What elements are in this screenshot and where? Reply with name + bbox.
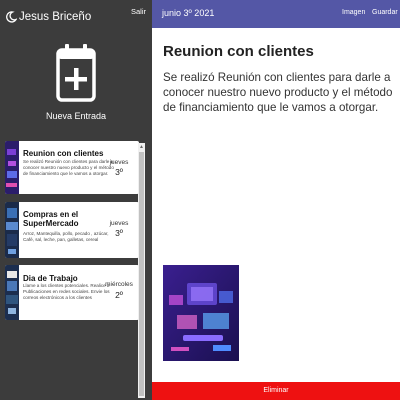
entry-thumbnail [5, 265, 19, 320]
save-button[interactable]: Guardar [372, 9, 398, 16]
entry-title: Compras en el SuperMercado [23, 210, 79, 228]
entry-card[interactable]: Compras en el SuperMercado Arroz, Manteq… [5, 202, 139, 258]
scroll-up-arrow-icon[interactable]: ▲ [138, 143, 145, 151]
sidebar: Jesus Briceño Salir Nueva Entrada Reunio… [0, 0, 152, 400]
entry-image [163, 265, 239, 361]
entry-text-main[interactable]: Se realizó Reunión con clientes para dar… [163, 70, 393, 115]
new-entry-button[interactable]: Nueva Entrada [0, 40, 152, 130]
entry-title-main[interactable]: Reunion con clientes [163, 43, 314, 60]
calendar-add-icon [56, 44, 96, 102]
entry-date: junio 3º 2021 [162, 8, 215, 18]
entry-title: Reunion con clientes [23, 149, 104, 158]
user-name: Jesus Briceño [19, 11, 92, 23]
scrollbar[interactable]: ▲ [138, 143, 145, 398]
entry-thumbnail [5, 141, 19, 194]
sidebar-header: Jesus Briceño Salir [0, 0, 152, 34]
image-button[interactable]: Imagen [342, 9, 365, 16]
entry-day: jueves [109, 220, 129, 227]
logout-button[interactable]: Salir [131, 7, 146, 16]
entry-card[interactable]: Dia de Trabajo Llame a los clientes pote… [5, 265, 139, 320]
entry-thumbnail [5, 202, 19, 258]
top-bar: junio 3º 2021 Imagen Guardar [152, 0, 400, 28]
entry-day: miércoles [105, 281, 133, 288]
entry-date-number: 2º [115, 290, 123, 300]
entry-day: jueves [109, 159, 129, 166]
entry-title: Dia de Trabajo [23, 274, 78, 283]
moon-icon [6, 11, 17, 23]
entry-date-number: 3º [115, 228, 123, 238]
new-entry-label: Nueva Entrada [45, 111, 107, 121]
entry-list: Reunion con clientes Se realizó Reunión … [3, 141, 148, 400]
entry-card[interactable]: Reunion con clientes Se realizó Reunión … [5, 141, 139, 194]
scrollbar-thumb[interactable] [139, 152, 144, 396]
entry-date-number: 3º [115, 167, 123, 177]
delete-button[interactable]: Eliminar [152, 382, 400, 400]
